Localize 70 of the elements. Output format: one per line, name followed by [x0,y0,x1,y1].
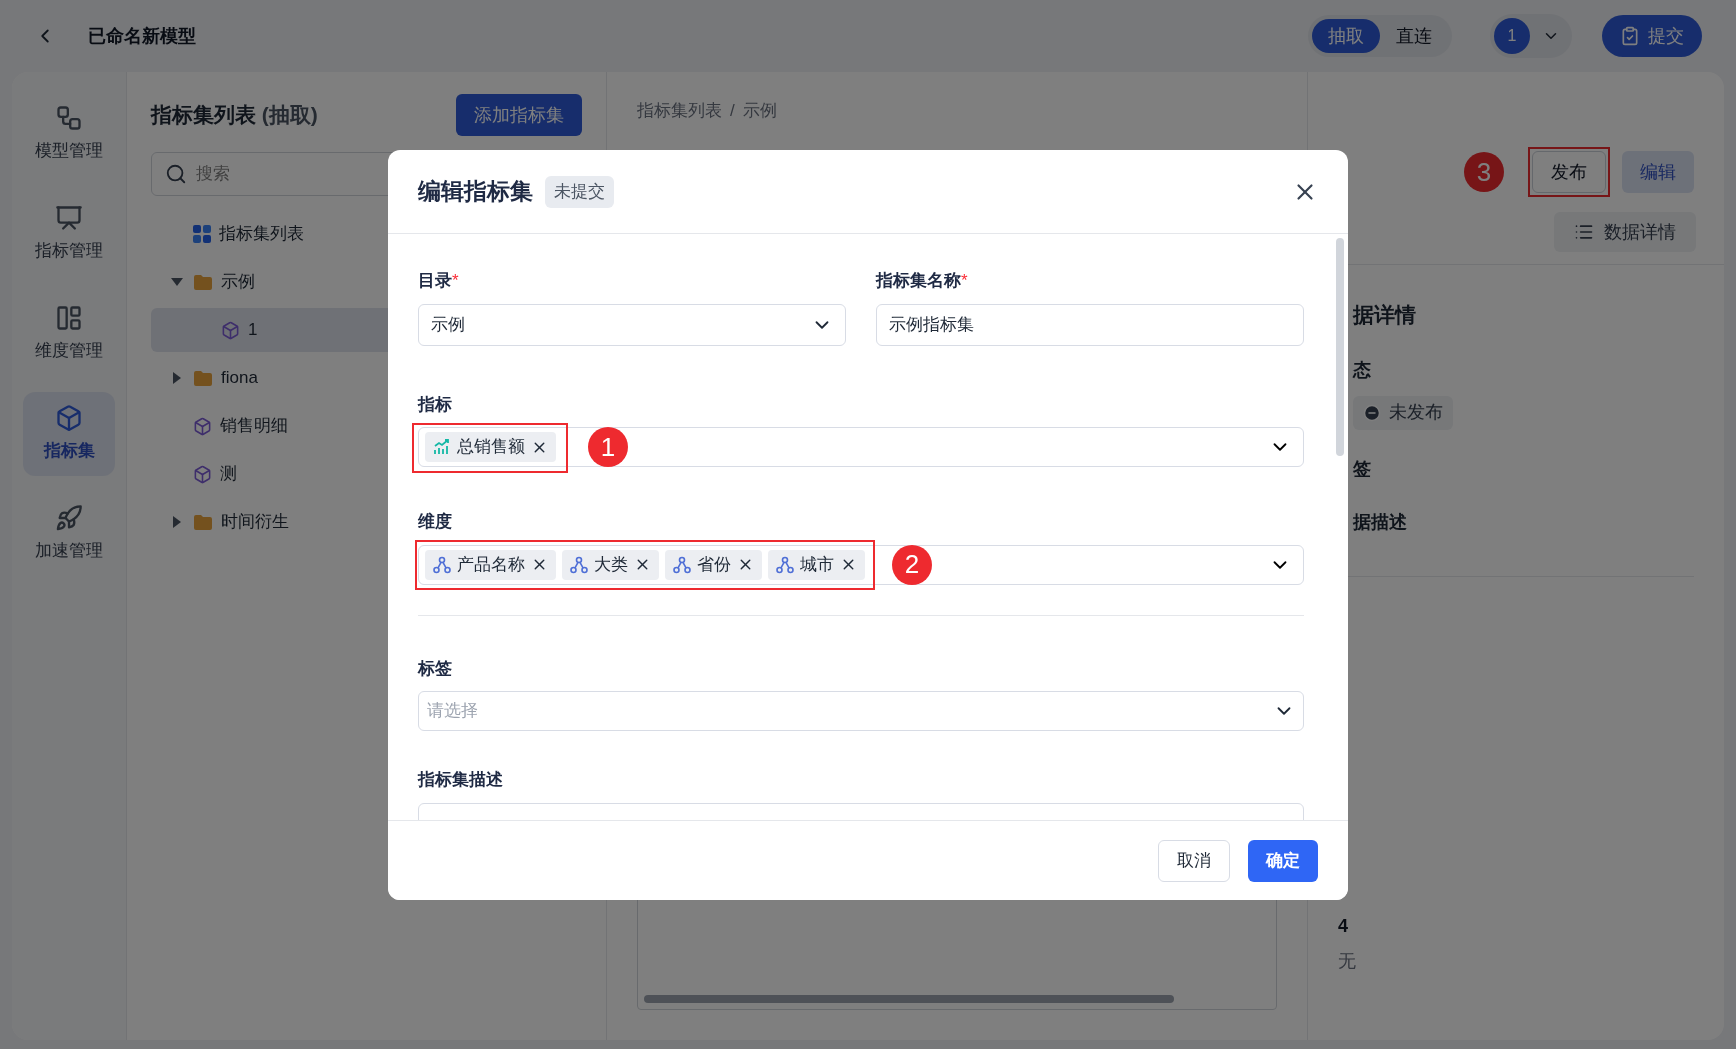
status-chip: 未发布 [1353,395,1453,430]
grid-icon [193,225,211,243]
breadcrumb-current: 示例 [742,100,777,122]
user-avatar: 1 [1494,18,1530,54]
scrollbar[interactable] [644,995,1174,1003]
scrollbar-thumb[interactable] [1336,238,1344,456]
breadcrumb-link[interactable]: 指标集列表 [637,98,722,124]
nodes-icon [570,555,588,574]
detail-label: 签 [1353,457,1372,481]
clipboard-icon [1620,26,1640,46]
list-icon [1574,222,1594,242]
dimension-tag: 大类 [562,549,659,580]
status-badge: 未提交 [545,175,614,208]
required-mark: * [961,271,968,290]
step-marker: 1 [588,427,628,467]
field-label: 指标集描述 [418,769,504,791]
field-label: 指标集名称* [876,270,969,292]
folder-icon [193,513,213,531]
catalog-select[interactable]: 示例 [418,303,846,346]
nav-item[interactable]: 维度管理 [23,292,115,376]
page-title: 已命名新模型 [88,24,196,48]
dimension-tag: 省份 [665,549,762,580]
caret-right-icon[interactable] [173,516,181,528]
metric-tag: 总销售额 [425,432,556,462]
search-icon [165,163,187,185]
nodes-icon [433,555,451,574]
step-marker: 3 [1464,152,1504,192]
step-marker: 2 [892,544,932,585]
field-label: 标签 [418,657,453,680]
mode-tab[interactable]: 抽取 [1312,19,1380,53]
mode-tab[interactable]: 直连 [1380,19,1448,53]
nodes-icon [776,555,794,574]
nav-item[interactable]: 指标管理 [23,192,115,276]
breadcrumb-separator: / [730,100,735,122]
nav-item[interactable]: 加速管理 [23,492,115,576]
data-details-button[interactable]: 数据详情 [1554,212,1696,252]
nav-item[interactable]: 模型管理 [23,92,115,176]
caret-right-icon[interactable] [173,372,181,384]
tags-select[interactable]: 请选择 [418,691,1304,731]
dimension-tag: 城市 [768,549,865,580]
dimension-tag: 产品名称 [425,549,556,580]
detail-label: 态 [1353,358,1372,382]
nav-item[interactable]: 指标集 [23,392,115,476]
cube-icon [221,320,240,340]
user-menu[interactable]: 1 [1490,14,1572,58]
name-input[interactable]: 示例指标集 [876,303,1304,346]
rising-bars-icon [433,438,451,456]
submit-button[interactable]: 提交 [1602,15,1702,57]
cube-icon [193,416,212,436]
field-label: 维度 [418,511,453,533]
detail-label: 4 [1338,914,1349,938]
minus-circle-icon [1363,403,1381,422]
folder-icon [193,369,213,387]
detail-value: 无 [1338,949,1357,973]
edit-button[interactable]: 编辑 [1622,151,1694,193]
tree-item[interactable]: 指标集列表 [151,212,582,256]
cancel-button[interactable]: 取消 [1158,839,1230,882]
section-heading: 据详情 [1351,302,1417,328]
nodes-icon [673,555,691,574]
detail-label: 据描述 [1353,510,1408,534]
panel-title: 指标集列表 (抽取) [151,102,318,129]
field-label: 指标 [418,393,453,416]
publish-button[interactable]: 发布 [1532,151,1606,193]
required-mark: * [452,271,459,290]
caret-down-icon[interactable] [171,278,183,286]
add-set-button[interactable]: 添加指标集 [456,94,582,136]
cube-icon [193,464,212,484]
confirm-button[interactable]: 确定 [1248,839,1318,882]
field-label: 目录* [418,270,460,292]
folder-icon [193,273,213,291]
